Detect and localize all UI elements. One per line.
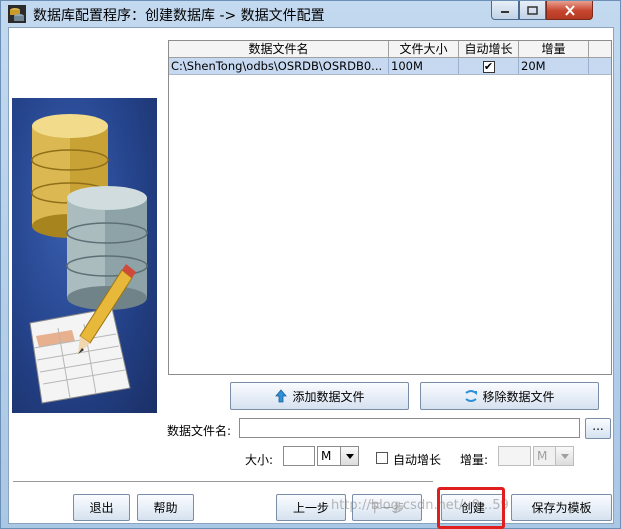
- add-datafile-button[interactable]: 添加数据文件: [230, 382, 409, 410]
- autogrow-form-label: 自动增长: [393, 453, 442, 467]
- add-arrow-icon: [275, 389, 288, 403]
- size-unit-select[interactable]: M: [317, 446, 359, 466]
- help-button[interactable]: 帮助: [137, 494, 194, 521]
- maximize-icon: [527, 5, 538, 15]
- table-row[interactable]: C:\ShenTong\odbs\OSRDB\OSRDB0... 100M ✔ …: [169, 58, 611, 75]
- gray-database-icon: [66, 186, 148, 310]
- filename-label: 数据文件名:: [167, 424, 232, 438]
- column-header-size[interactable]: 文件大小: [389, 41, 459, 57]
- autogrow-form-checkbox[interactable]: [376, 452, 388, 464]
- column-header-filename[interactable]: 数据文件名: [169, 41, 389, 57]
- maximize-button[interactable]: [519, 1, 546, 20]
- database-illustration: [12, 98, 157, 413]
- window-title: 数据库配置程序：创建数据库 -> 数据文件配置: [33, 8, 325, 24]
- increment-unit-select[interactable]: M: [533, 446, 574, 466]
- remove-arrow-icon: [465, 390, 478, 402]
- minimize-icon: [501, 11, 509, 13]
- create-button-highlight: [437, 487, 505, 529]
- divider: [13, 481, 433, 482]
- chevron-down-icon[interactable]: [340, 447, 358, 465]
- close-icon: [564, 4, 575, 16]
- save-template-button[interactable]: 保存为模板: [511, 494, 612, 521]
- app-window: 数据库配置程序：创建数据库 -> 数据文件配置 数据文件名 文件大小 自动增长 …: [0, 0, 621, 529]
- browse-button[interactable]: ...: [585, 418, 611, 439]
- cell-filename[interactable]: C:\ShenTong\odbs\OSRDB\OSRDB0...: [169, 58, 389, 74]
- app-icon: [7, 4, 27, 24]
- title-bar[interactable]: 数据库配置程序：创建数据库 -> 数据文件配置: [1, 1, 620, 27]
- exit-button[interactable]: 退出: [73, 494, 130, 521]
- cell-increment[interactable]: 20M: [519, 58, 589, 74]
- chevron-down-icon[interactable]: [555, 447, 573, 465]
- cell-size[interactable]: 100M: [389, 58, 459, 74]
- autogrow-checkbox[interactable]: ✔: [482, 61, 495, 73]
- remove-datafile-label: 移除数据文件: [482, 389, 555, 404]
- size-input[interactable]: [283, 446, 315, 466]
- increment-input[interactable]: [498, 446, 531, 466]
- add-datafile-label: 添加数据文件: [292, 389, 365, 404]
- column-header-autogrow[interactable]: 自动增长: [459, 41, 519, 57]
- spreadsheet-icon: [29, 307, 131, 404]
- remove-datafile-button[interactable]: 移除数据文件: [420, 382, 599, 410]
- increment-unit-value: M: [537, 449, 548, 463]
- minimize-button[interactable]: [491, 1, 519, 20]
- client-area: 数据文件名 文件大小 自动增长 增量 C:\ShenTong\odbs\OSRD…: [8, 27, 614, 524]
- size-label: 大小:: [245, 453, 274, 467]
- increment-label: 增量:: [460, 453, 489, 467]
- table-header: 数据文件名 文件大小 自动增长 增量: [169, 41, 611, 58]
- close-button[interactable]: [546, 1, 593, 20]
- size-unit-value: M: [321, 449, 332, 463]
- cell-autogrow[interactable]: ✔: [459, 58, 519, 74]
- filename-input[interactable]: [239, 418, 580, 438]
- column-header-increment[interactable]: 增量: [519, 41, 589, 57]
- datafile-table[interactable]: 数据文件名 文件大小 自动增长 增量 C:\ShenTong\odbs\OSRD…: [168, 40, 612, 375]
